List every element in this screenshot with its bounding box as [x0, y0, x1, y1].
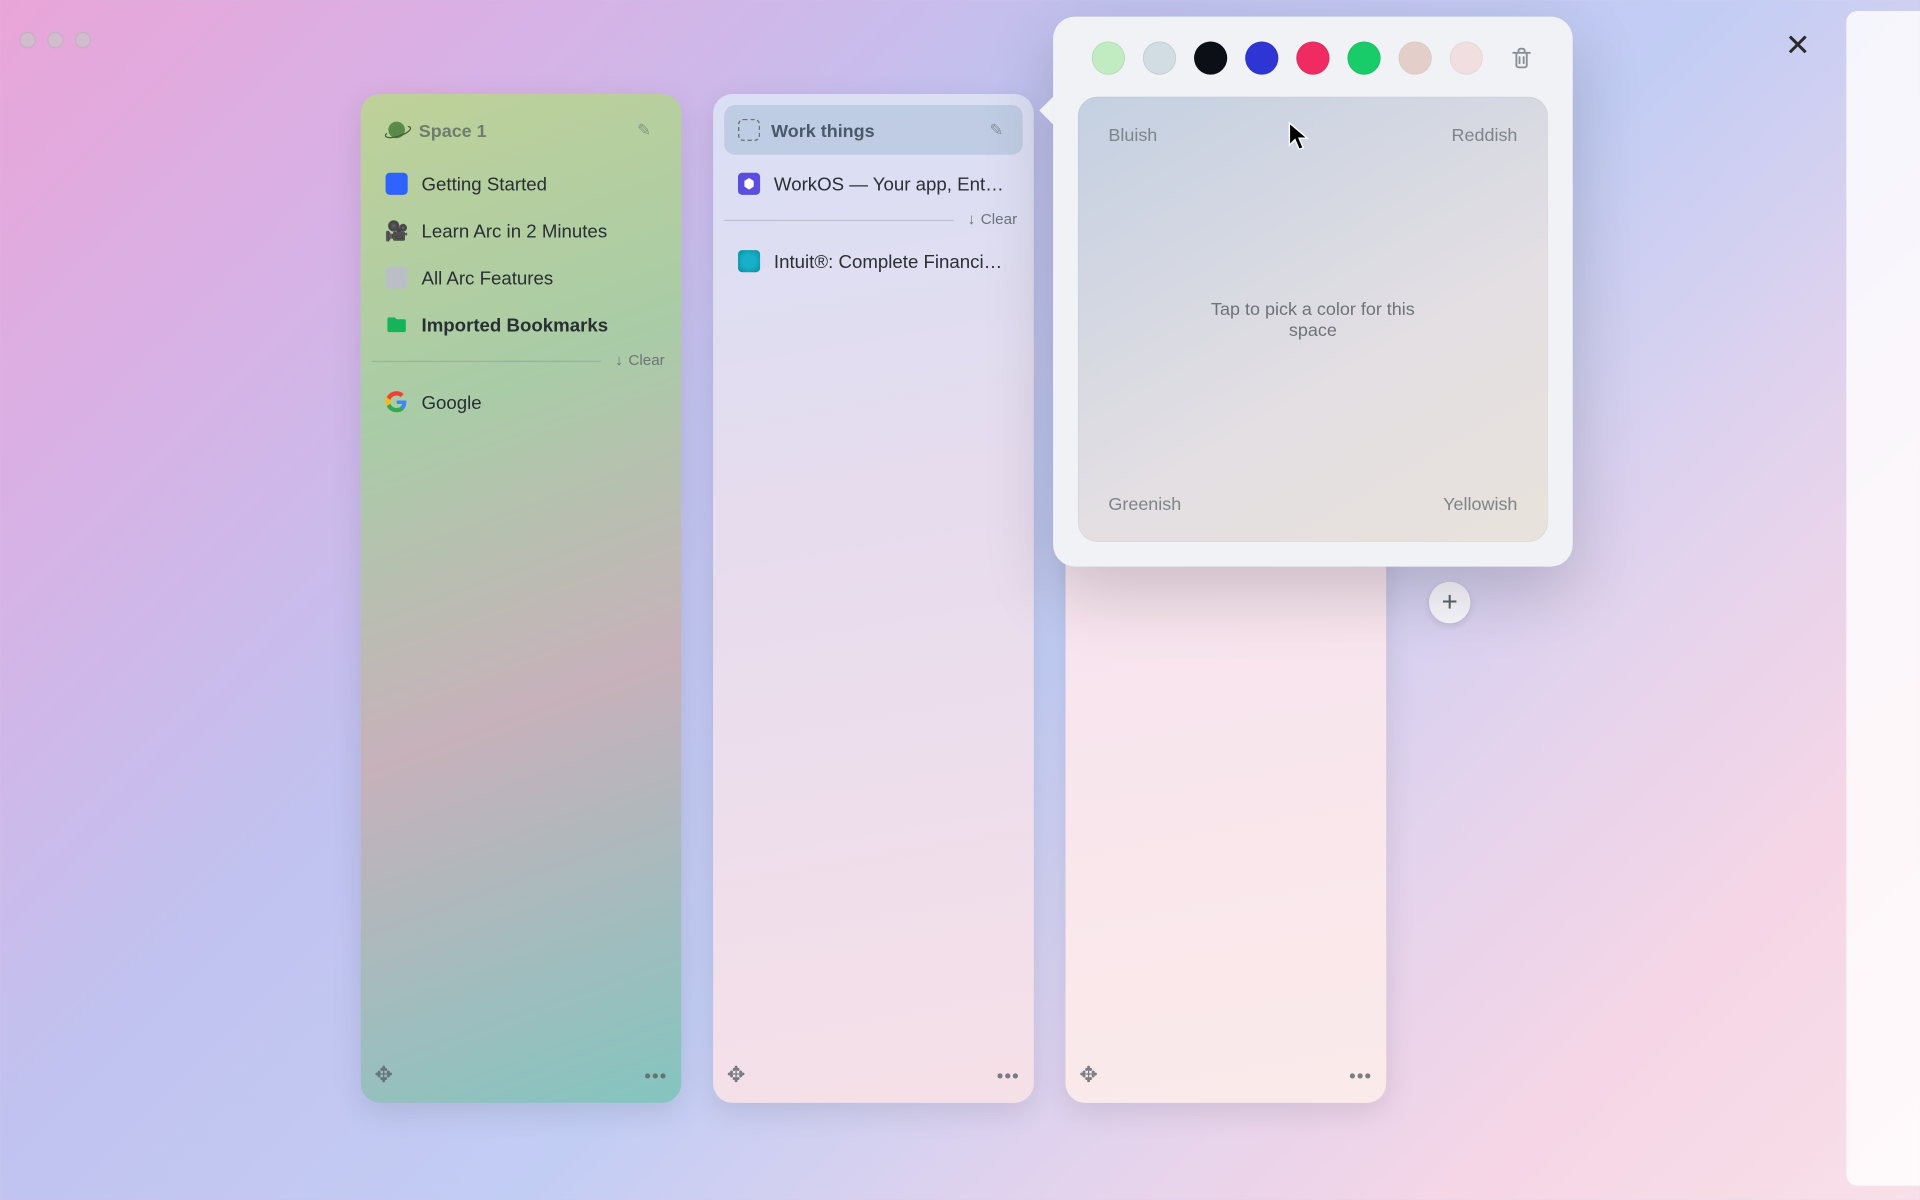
swatch-pink[interactable] [1296, 41, 1329, 74]
swatch-black[interactable] [1194, 41, 1227, 74]
space-title: Work things [771, 120, 978, 141]
color-picker-popover: Bluish Reddish Greenish Yellowish Tap to… [1053, 17, 1573, 567]
camera-icon: 🎥 [386, 220, 408, 242]
more-icon[interactable]: ••• [1349, 1065, 1372, 1086]
item-label: WorkOS — Your app, Ente… [774, 173, 1009, 194]
swatch-blush[interactable] [1450, 41, 1483, 74]
list-item[interactable]: 🎥 Learn Arc in 2 Minutes [372, 207, 671, 254]
window-traffic-lights[interactable] [19, 32, 91, 49]
item-label: Imported Bookmarks [422, 314, 609, 335]
picker-hint: Tap to pick a color for this space [1195, 299, 1430, 340]
blue-square-icon [386, 173, 408, 195]
item-label: Learn Arc in 2 Minutes [422, 220, 608, 241]
pinned-list: WorkOS — Your app, Ente… [724, 160, 1023, 207]
item-label: All Arc Features [422, 267, 554, 288]
corner-yellowish: Yellowish [1443, 493, 1517, 514]
close-button[interactable]: ✕ [1785, 28, 1810, 64]
move-icon[interactable]: ✥ [727, 1061, 743, 1089]
list-item[interactable]: Intuit®: Complete Financi… [724, 238, 1023, 285]
corner-greenish: Greenish [1108, 493, 1181, 514]
space-header[interactable]: Space 1 ✎ [372, 105, 671, 155]
list-item[interactable]: Getting Started [372, 160, 671, 207]
clear-divider[interactable]: ↓ Clear [724, 207, 1023, 232]
clear-label: Clear [628, 352, 664, 369]
space-card-2[interactable]: Work things ✎ WorkOS — Your app, Ente… ↓… [713, 94, 1034, 1103]
corner-bluish: Bluish [1108, 124, 1157, 145]
add-space-button[interactable]: + [1429, 582, 1470, 623]
swatch-blue[interactable] [1245, 41, 1278, 74]
list-item[interactable]: Imported Bookmarks [372, 301, 671, 348]
download-icon: ↓ [968, 211, 976, 228]
space-title: Space 1 [419, 120, 626, 141]
item-label: Intuit®: Complete Financi… [774, 251, 1002, 272]
move-icon[interactable]: ✥ [375, 1061, 391, 1089]
download-icon: ↓ [615, 352, 623, 369]
right-side-panel [1846, 11, 1920, 1186]
planet-icon [386, 119, 408, 141]
zoom-dot[interactable] [75, 32, 92, 49]
list-item[interactable]: All Arc Features [372, 254, 671, 301]
intuit-icon [738, 250, 760, 272]
edit-icon[interactable]: ✎ [990, 120, 1009, 139]
space-header[interactable]: Work things ✎ [724, 105, 1023, 155]
clear-label: Clear [981, 211, 1017, 228]
more-icon[interactable]: ••• [644, 1065, 667, 1086]
color-picker-pad[interactable]: Bluish Reddish Greenish Yellowish Tap to… [1078, 97, 1548, 542]
open-list: Intuit®: Complete Financi… [724, 238, 1023, 285]
swatch-rose[interactable] [1399, 41, 1432, 74]
dashed-square-icon [738, 119, 760, 141]
google-icon [386, 391, 408, 413]
more-icon[interactable]: ••• [997, 1065, 1020, 1086]
open-list: Google [372, 379, 671, 426]
item-label: Google [422, 392, 482, 413]
close-dot[interactable] [19, 32, 36, 49]
folder-icon [386, 314, 408, 336]
clear-divider[interactable]: ↓ Clear [372, 348, 671, 373]
swatch-green[interactable] [1347, 41, 1380, 74]
move-icon[interactable]: ✥ [1079, 1061, 1095, 1089]
swatch-row [1078, 41, 1548, 96]
workos-icon [738, 173, 760, 195]
edit-icon[interactable]: ✎ [637, 120, 656, 139]
swatch-fog[interactable] [1143, 41, 1176, 74]
trash-icon[interactable] [1509, 46, 1534, 71]
item-label: Getting Started [422, 173, 548, 194]
gray-square-icon [386, 267, 408, 289]
list-item[interactable]: Google [372, 379, 671, 426]
swatch-mint[interactable] [1092, 41, 1125, 74]
corner-reddish: Reddish [1452, 124, 1518, 145]
minimize-dot[interactable] [47, 32, 64, 49]
list-item[interactable]: WorkOS — Your app, Ente… [724, 160, 1023, 207]
space-card-1[interactable]: Space 1 ✎ Getting Started 🎥 Learn Arc in… [361, 94, 682, 1103]
pinned-list: Getting Started 🎥 Learn Arc in 2 Minutes… [372, 160, 671, 348]
